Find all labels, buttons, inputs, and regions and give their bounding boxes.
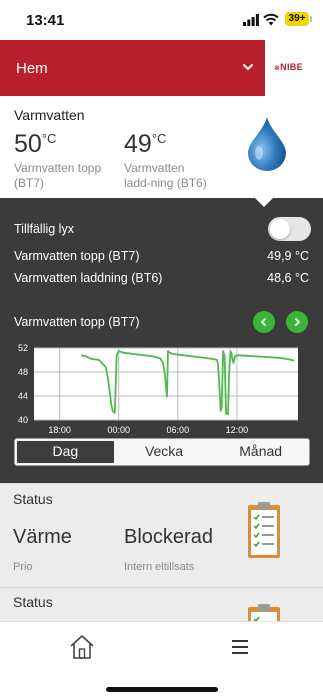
chevron-right-icon (294, 317, 301, 327)
segment-month[interactable]: Månad (212, 439, 309, 465)
chart-title: Varmvatten topp (BT7) (14, 315, 140, 329)
hotwater-charge-temperature: 49°C (124, 130, 167, 158)
x-tick-label: 18:00 (48, 425, 71, 435)
detail-row-label: Varmvatten laddning (BT6) (14, 271, 163, 285)
home-icon[interactable] (68, 634, 96, 660)
y-tick-label: 44 (18, 391, 28, 401)
bottom-navigation (0, 621, 323, 700)
droplet-icon (248, 117, 286, 171)
status-value-secondary: Blockerad (124, 526, 213, 548)
hotwater-charge-label: Varmvatten ladd-ning (BT6) (124, 161, 207, 190)
clock: 13:41 (26, 12, 65, 29)
clipboard-icon (248, 604, 280, 621)
x-tick-label: 00:00 (107, 425, 130, 435)
segment-day[interactable]: Dag (16, 440, 115, 464)
status-label-secondary: Intern eltillsats (124, 561, 195, 573)
home-indicator (106, 687, 218, 692)
hotwater-top-temperature: 50°C (14, 130, 57, 158)
location-dropdown[interactable]: Hem (0, 40, 265, 96)
nibe-logo-text: ⊗NIBE (274, 62, 303, 72)
y-tick-label: 48 (18, 367, 28, 377)
cellular-signal-icon (243, 14, 259, 26)
battery-indicator: 39+ (285, 12, 312, 26)
toggle-knob (270, 219, 290, 239)
nibe-logo: ⊗NIBE (265, 40, 323, 96)
status-label-primary: Prio (13, 561, 33, 573)
chart-prev-button[interactable] (253, 311, 275, 333)
clipboard-icon (248, 502, 280, 558)
detail-row-label: Varmvatten topp (BT7) (14, 249, 140, 263)
location-dropdown-label: Hem (16, 60, 48, 77)
system-status-bar: 13:41 39+ (0, 0, 323, 40)
detail-row-value: 48,6 °C (267, 271, 309, 285)
status-title: Status (13, 491, 53, 507)
temperature-chart: 52 48 44 40 18:00 00:00 06:00 12:00 (18, 343, 298, 435)
wifi-icon (263, 13, 279, 26)
chart-next-button[interactable] (286, 311, 308, 333)
segment-week[interactable]: Vecka (116, 439, 213, 465)
period-segmented-control: Dag Vecka Månad (14, 438, 310, 466)
y-tick-label: 40 (18, 415, 28, 425)
status-card[interactable]: Status (0, 587, 323, 621)
x-tick-label: 12:00 (226, 425, 249, 435)
x-tick-label: 06:00 (167, 425, 190, 435)
status-value-primary: Värme (13, 526, 72, 548)
hotwater-detail-panel: Tillfällig lyx Varmvatten topp (BT7) 49,… (0, 198, 323, 483)
y-tick-label: 52 (18, 343, 28, 353)
status-title: Status (13, 594, 53, 610)
hotwater-card[interactable]: Varmvatten 50°C 49°C Varmvatten topp (BT… (0, 96, 323, 198)
app-header: Hem ⊗NIBE (0, 40, 323, 96)
temporary-lux-label: Tillfällig lyx (14, 222, 74, 236)
chevron-left-icon (260, 317, 267, 327)
detail-row-value: 49,9 °C (267, 249, 309, 263)
chevron-down-icon (243, 64, 253, 71)
temporary-lux-toggle[interactable] (268, 217, 311, 241)
status-card[interactable]: Status Värme Blockerad Prio Intern eltil… (0, 483, 323, 587)
card-pointer (255, 198, 273, 207)
hotwater-title: Varmvatten (14, 107, 85, 123)
hotwater-top-label: Varmvatten topp (BT7) (14, 161, 102, 190)
hamburger-menu-icon[interactable] (231, 638, 249, 656)
